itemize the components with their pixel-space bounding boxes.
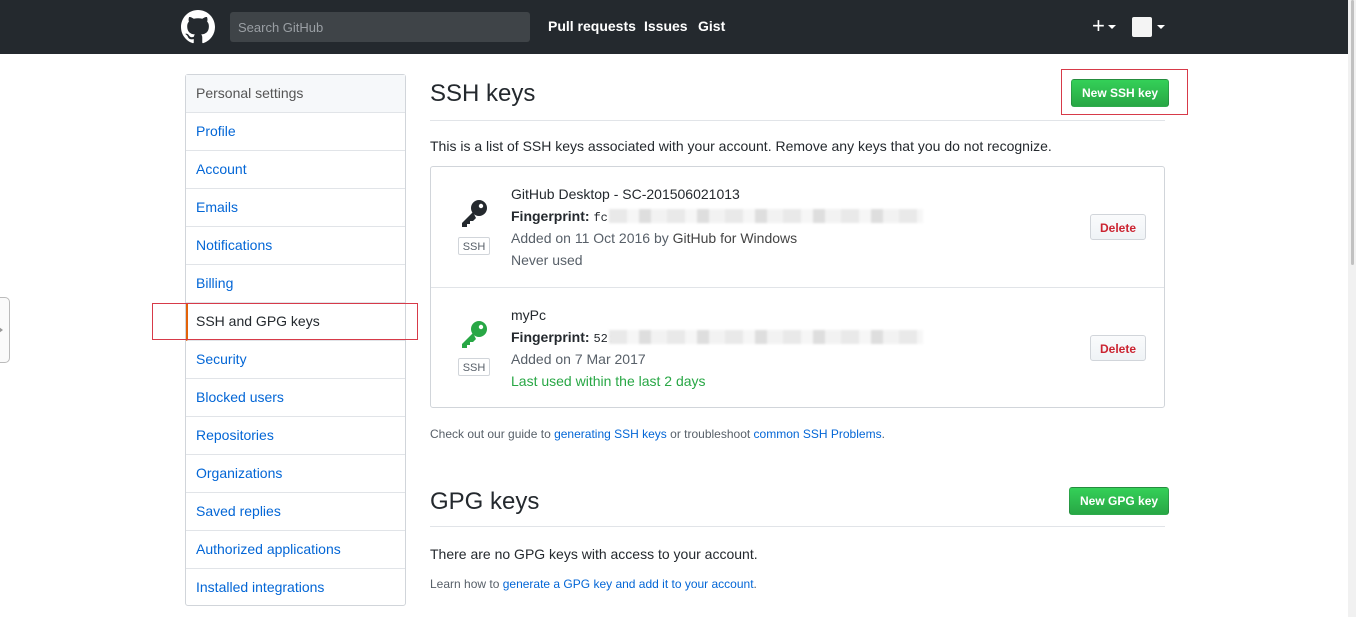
fingerprint: Fingerprint: fc xyxy=(511,208,608,225)
nav-issues[interactable]: Issues xyxy=(644,18,688,34)
fingerprint-label: Fingerprint: xyxy=(511,208,590,224)
delete-button[interactable]: Delete xyxy=(1090,335,1146,361)
menu-heading: Personal settings xyxy=(186,75,405,113)
chevron-right-icon xyxy=(0,327,3,333)
redacted-fingerprint xyxy=(609,209,923,223)
new-ssh-key-button[interactable]: New SSH key xyxy=(1071,79,1170,107)
note-text: or troubleshoot xyxy=(666,427,754,441)
nav-gist[interactable]: Gist xyxy=(698,18,725,34)
divider xyxy=(430,120,1165,121)
menu-item-blocked-users[interactable]: Blocked users xyxy=(186,379,405,417)
menu-item-emails[interactable]: Emails xyxy=(186,189,405,227)
gpg-keys-title: GPG keys xyxy=(430,488,540,515)
top-header: Pull requests Issues Gist + xyxy=(0,0,1356,54)
added-info: Added on 7 Mar 2017 xyxy=(511,351,646,367)
added-info: Added on 11 Oct 2016 by GitHub for Windo… xyxy=(511,230,797,246)
divider xyxy=(430,526,1165,527)
settings-menu: Personal settings Profile Account Emails… xyxy=(185,74,406,606)
note-text: . xyxy=(881,427,885,441)
key-icon xyxy=(462,321,487,348)
side-panel-handle[interactable] xyxy=(0,297,10,363)
gpg-learn-note: Learn how to generate a GPG key and add … xyxy=(430,577,757,591)
menu-item-billing[interactable]: Billing xyxy=(186,265,405,303)
nav-pull-requests[interactable]: Pull requests xyxy=(548,18,636,34)
search-input[interactable] xyxy=(230,12,530,42)
usage-status: Last used within the last 2 days xyxy=(511,373,706,389)
menu-item-installed-integrations[interactable]: Installed integrations xyxy=(186,569,405,607)
github-logo-icon[interactable] xyxy=(181,10,215,44)
menu-item-organizations[interactable]: Organizations xyxy=(186,455,405,493)
ssh-intro-text: This is a list of SSH keys associated wi… xyxy=(430,138,1052,154)
added-date: Added on 11 Oct 2016 by xyxy=(511,230,673,246)
delete-button[interactable]: Delete xyxy=(1090,214,1146,240)
chevron-down-icon[interactable] xyxy=(1108,25,1116,29)
highlight-box xyxy=(152,303,418,340)
note-text: Learn how to xyxy=(430,577,503,591)
list-item: SSH GitHub Desktop - SC-201506021013 Fin… xyxy=(431,167,1164,287)
note-text: . xyxy=(753,577,757,591)
menu-item-notifications[interactable]: Notifications xyxy=(186,227,405,265)
menu-item-profile[interactable]: Profile xyxy=(186,113,405,151)
menu-item-account[interactable]: Account xyxy=(186,151,405,189)
added-date: Added on 7 Mar 2017 xyxy=(511,351,646,367)
key-name: myPc xyxy=(511,307,546,323)
ssh-guide-note: Check out our guide to generating SSH ke… xyxy=(430,427,885,441)
ssh-badge: SSH xyxy=(458,358,490,376)
key-name: GitHub Desktop - SC-201506021013 xyxy=(511,186,740,202)
menu-item-authorized-applications[interactable]: Authorized applications xyxy=(186,531,405,569)
chevron-down-icon[interactable] xyxy=(1157,25,1165,29)
gpg-empty-text: There are no GPG keys with access to you… xyxy=(430,546,758,562)
fingerprint-label: Fingerprint: xyxy=(511,329,590,345)
fingerprint-value: fc xyxy=(593,211,608,225)
key-icon xyxy=(462,200,487,227)
menu-item-repositories[interactable]: Repositories xyxy=(186,417,405,455)
ssh-keys-list: SSH GitHub Desktop - SC-201506021013 Fin… xyxy=(430,166,1165,408)
scrollbar-thumb[interactable] xyxy=(1351,0,1354,265)
redacted-fingerprint xyxy=(609,330,923,344)
added-by: GitHub for Windows xyxy=(672,230,798,246)
ssh-keys-title: SSH keys xyxy=(430,80,536,107)
ssh-badge: SSH xyxy=(458,237,490,255)
avatar[interactable] xyxy=(1132,17,1152,37)
usage-status: Never used xyxy=(511,252,583,268)
new-gpg-key-button[interactable]: New GPG key xyxy=(1069,487,1170,515)
generating-ssh-keys-link[interactable]: generating SSH keys xyxy=(554,427,667,441)
new-menu-plus-icon[interactable]: + xyxy=(1092,13,1105,39)
menu-item-security[interactable]: Security xyxy=(186,341,405,379)
generate-gpg-key-link[interactable]: generate a GPG key and add it to your ac… xyxy=(503,577,754,591)
note-text: Check out our guide to xyxy=(430,427,555,441)
fingerprint: Fingerprint: 52: xyxy=(511,329,615,346)
list-item: SSH myPc Fingerprint: 52: Added on 7 Mar… xyxy=(431,287,1164,408)
menu-item-saved-replies[interactable]: Saved replies xyxy=(186,493,405,531)
common-ssh-problems-link[interactable]: common SSH Problems xyxy=(754,427,882,441)
